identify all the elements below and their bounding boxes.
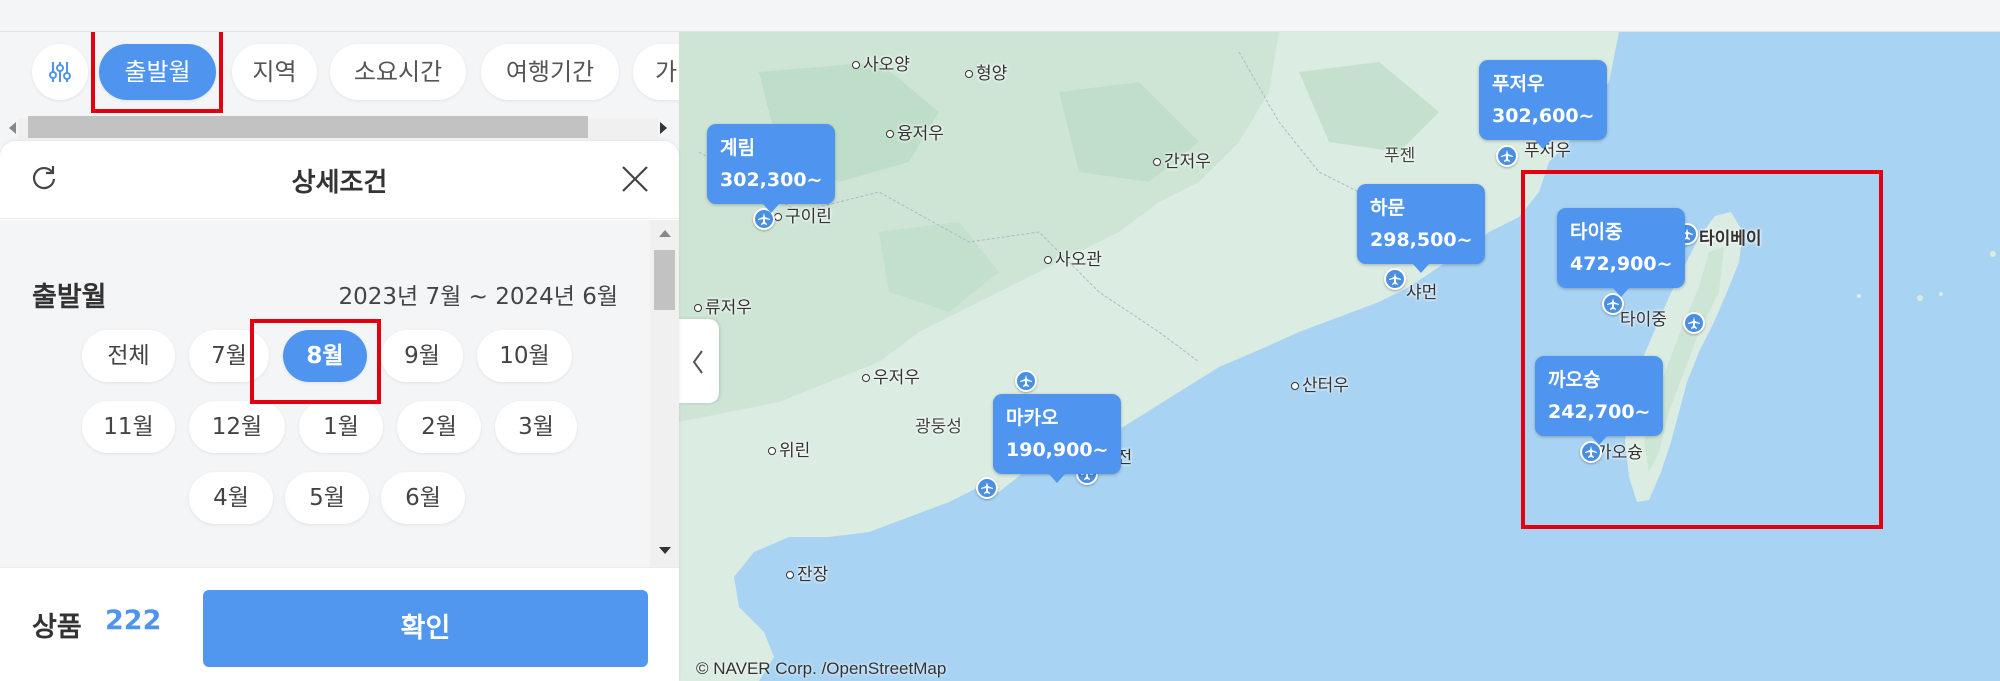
bubble-price: 190,900~: [1006, 439, 1109, 461]
plane-icon: [1585, 446, 1597, 458]
airport-marker-east-taiwan[interactable]: [1683, 312, 1705, 334]
section-title-departure-month: 출발월: [32, 282, 107, 313]
app-root: 사오양 형양 융저우 간저우 구이린 사오관 류저우 우저우 광둥성 위린 산터…: [0, 0, 2000, 681]
plane-icon: [1607, 298, 1619, 310]
month-option-6[interactable]: 6월: [381, 472, 465, 524]
scroll-up-arrow[interactable]: [659, 230, 671, 237]
map-label-yongzhou: 융저우: [886, 119, 944, 144]
sliders-icon: [49, 62, 71, 82]
price-bubble-macau[interactable]: 마카오 190,900~: [993, 394, 1122, 483]
map-label-yulin: 위린: [768, 436, 810, 461]
scroll-right-arrow[interactable]: [660, 122, 667, 134]
bubble-city: 계림: [720, 137, 755, 159]
month-option-2[interactable]: 2월: [397, 401, 481, 453]
plane-icon: [1501, 150, 1513, 162]
map-label-fujian: 푸젠: [1384, 146, 1416, 166]
panel-body: 출발월 2023년 7월 ~ 2024년 6월 전체 7월 8월 9월 10월 …: [0, 220, 650, 567]
month-option-11[interactable]: 11월: [82, 401, 175, 453]
map-label-ganzhou: 간저우: [1153, 147, 1211, 172]
top-strip: [0, 0, 2000, 32]
product-label: 상품: [32, 612, 82, 643]
scroll-thumb[interactable]: [654, 250, 675, 310]
vertical-scrollbar[interactable]: [650, 220, 679, 567]
price-bubble-xiamen[interactable]: 하문 298,500~: [1357, 184, 1486, 273]
bubble-city: 하문: [1370, 197, 1405, 219]
airport-marker-macau[interactable]: [976, 477, 998, 499]
map-label-sashaoyang: 사오양: [852, 50, 910, 75]
close-icon[interactable]: [620, 164, 650, 194]
month-option-1[interactable]: 1월: [299, 401, 383, 453]
map-label-wuzhou: 우저우: [862, 363, 920, 388]
panel-footer: 상품 222 확인: [0, 567, 679, 681]
chip-region[interactable]: 지역: [232, 44, 317, 100]
detail-conditions-panel: 상세조건 출발월 2023년 7월 ~ 2024년 6월 전체 7월 8월 9월…: [0, 141, 679, 681]
scroll-thumb[interactable]: [28, 116, 588, 138]
month-option-12[interactable]: 12월: [189, 401, 285, 453]
chip-travel-period[interactable]: 여행기간: [481, 44, 619, 100]
panel-header: 상세조건: [0, 141, 679, 219]
chip-duration[interactable]: 소요시간: [330, 44, 466, 100]
panel-title: 상세조건: [291, 168, 388, 198]
chip-price[interactable]: 가: [633, 44, 679, 100]
month-option-all[interactable]: 전체: [82, 330, 175, 382]
map-label-guangdong: 광둥성: [915, 417, 962, 437]
plane-icon: [1389, 273, 1401, 285]
month-option-8[interactable]: 8월: [283, 330, 367, 382]
scroll-down-arrow[interactable]: [659, 547, 671, 554]
month-option-5[interactable]: 5월: [285, 472, 369, 524]
map-label-guilin: 구이린: [774, 202, 832, 227]
product-count: 222: [105, 605, 162, 636]
plane-icon: [758, 213, 770, 225]
map-view[interactable]: 사오양 형양 융저우 간저우 구이린 사오관 류저우 우저우 광둥성 위린 산터…: [679, 32, 2000, 681]
plane-icon: [981, 482, 993, 494]
bubble-city: 푸저우: [1492, 73, 1545, 95]
chip-departure-month[interactable]: 출발월: [99, 44, 216, 100]
month-option-7[interactable]: 7월: [189, 330, 269, 382]
filter-chip-row: 출발월 지역 소요시간 여행기간 가: [0, 32, 679, 138]
map-label-taipei: 타이베이: [1699, 229, 1762, 249]
map-label-liuzhou: 류저우: [694, 293, 752, 318]
departure-range-text: 2023년 7월 ~ 2024년 6월: [338, 284, 619, 310]
bubble-price: 302,300~: [720, 169, 823, 191]
price-bubble-fuzhou[interactable]: 푸저우 302,600~: [1479, 60, 1608, 149]
airport-marker-shenzhen[interactable]: [1015, 370, 1037, 392]
bubble-price: 302,600~: [1492, 105, 1595, 127]
bubble-city: 까오슝: [1548, 369, 1601, 391]
plane-icon: [1020, 375, 1032, 387]
panel-collapse-button[interactable]: [679, 319, 719, 403]
confirm-button[interactable]: 확인: [203, 590, 648, 667]
month-option-3[interactable]: 3월: [495, 401, 577, 453]
airport-marker-xiamen[interactable]: [1384, 268, 1406, 290]
month-option-10[interactable]: 10월: [477, 330, 572, 382]
map-label-xiamen: 샤먼: [1406, 283, 1438, 303]
month-option-4[interactable]: 4월: [189, 472, 273, 524]
bubble-price: 242,700~: [1548, 401, 1651, 423]
map-label-hengyang: 형양: [965, 59, 1007, 84]
bubble-price: 472,900~: [1570, 253, 1673, 275]
filter-settings-button[interactable]: [32, 44, 88, 100]
map-attribution: © NAVER Corp. /OpenStreetMap: [696, 659, 947, 678]
airport-marker-fuzhou[interactable]: [1496, 145, 1518, 167]
map-label-zhanjiang: 잔장: [786, 560, 828, 585]
price-bubble-guilin[interactable]: 계림 302,300~: [707, 124, 836, 213]
map-terrain: [679, 32, 2000, 681]
map-label-taichung: 타이중: [1620, 310, 1667, 330]
plane-icon: [1688, 317, 1700, 329]
horizontal-scrollbar[interactable]: [0, 112, 679, 138]
bubble-city: 마카오: [1006, 407, 1059, 429]
map-label-shaoguan: 사오관: [1044, 245, 1102, 270]
scroll-left-arrow[interactable]: [9, 122, 16, 134]
price-bubble-taichung[interactable]: 타이중 472,900~: [1557, 208, 1686, 297]
month-option-9[interactable]: 9월: [381, 330, 463, 382]
chevron-left-icon: [692, 350, 703, 374]
bubble-city: 타이중: [1570, 221, 1623, 243]
map-label-shantou: 산터우: [1291, 371, 1349, 396]
price-bubble-kaohsiung[interactable]: 까오슝 242,700~: [1535, 356, 1664, 445]
bubble-price: 298,500~: [1370, 229, 1473, 251]
